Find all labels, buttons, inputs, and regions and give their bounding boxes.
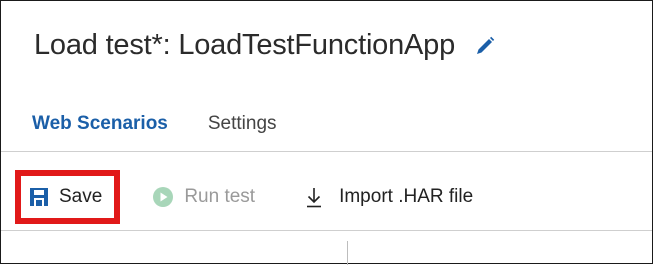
column-divider xyxy=(347,241,348,265)
page-title: Load test*: LoadTestFunctionApp xyxy=(34,29,456,61)
floppy-disk-icon xyxy=(29,187,49,207)
play-circle-icon xyxy=(152,186,174,208)
pencil-icon[interactable] xyxy=(473,34,497,58)
load-test-window: Load test*: LoadTestFunctionApp Web Scen… xyxy=(0,0,653,265)
tab-bar: Web Scenarios Settings xyxy=(32,113,277,135)
command-toolbar: Save Run test Import .HAR file xyxy=(15,170,473,224)
tab-divider xyxy=(1,151,652,152)
save-button-label: Save xyxy=(59,186,103,207)
import-har-label: Import .HAR file xyxy=(339,186,474,207)
download-arrow-icon xyxy=(305,186,323,208)
run-test-button[interactable]: Run test xyxy=(152,186,255,208)
tab-web-scenarios[interactable]: Web Scenarios xyxy=(32,113,168,135)
save-button[interactable]: Save xyxy=(15,170,121,224)
toolbar-divider xyxy=(1,230,652,231)
run-test-label: Run test xyxy=(184,186,256,207)
title-row: Load test*: LoadTestFunctionApp xyxy=(34,29,497,62)
tab-settings[interactable]: Settings xyxy=(208,113,277,135)
import-har-button[interactable]: Import .HAR file xyxy=(305,186,473,208)
